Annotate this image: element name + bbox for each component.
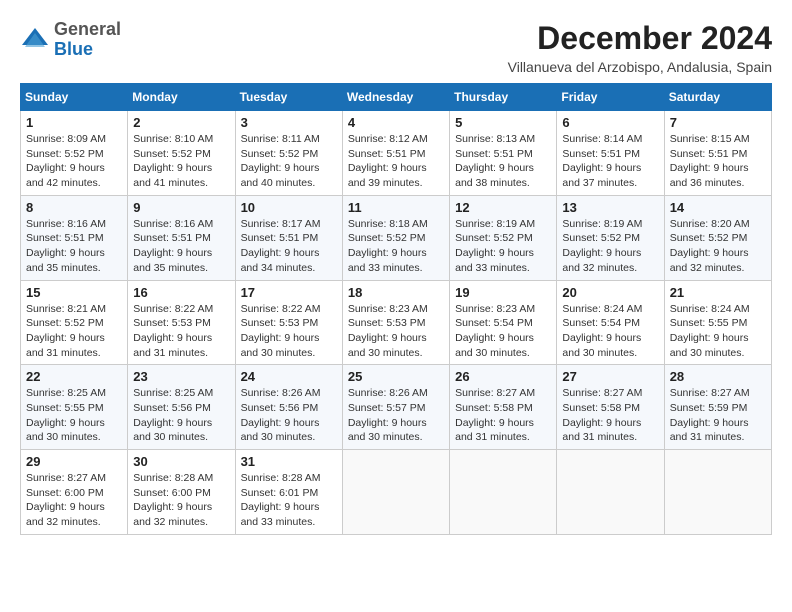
table-row: 24 Sunrise: 8:26 AM Sunset: 5:56 PM Dayl… [235, 365, 342, 450]
header-row: Sunday Monday Tuesday Wednesday Thursday… [21, 84, 772, 111]
table-row: 23 Sunrise: 8:25 AM Sunset: 5:56 PM Dayl… [128, 365, 235, 450]
table-row: 22 Sunrise: 8:25 AM Sunset: 5:55 PM Dayl… [21, 365, 128, 450]
title-block: December 2024 Villanueva del Arzobispo, … [508, 20, 772, 75]
col-tuesday: Tuesday [235, 84, 342, 111]
table-row: 6 Sunrise: 8:14 AM Sunset: 5:51 PM Dayli… [557, 111, 664, 196]
calendar-week: 15 Sunrise: 8:21 AM Sunset: 5:52 PM Dayl… [21, 280, 772, 365]
table-row: 3 Sunrise: 8:11 AM Sunset: 5:52 PM Dayli… [235, 111, 342, 196]
empty-cell [557, 450, 664, 535]
table-row: 14 Sunrise: 8:20 AM Sunset: 5:52 PM Dayl… [664, 195, 771, 280]
table-row: 17 Sunrise: 8:22 AM Sunset: 5:53 PM Dayl… [235, 280, 342, 365]
col-thursday: Thursday [450, 84, 557, 111]
table-row: 2 Sunrise: 8:10 AM Sunset: 5:52 PM Dayli… [128, 111, 235, 196]
calendar-week: 8 Sunrise: 8:16 AM Sunset: 5:51 PM Dayli… [21, 195, 772, 280]
calendar-week: 1 Sunrise: 8:09 AM Sunset: 5:52 PM Dayli… [21, 111, 772, 196]
table-row: 25 Sunrise: 8:26 AM Sunset: 5:57 PM Dayl… [342, 365, 449, 450]
table-row: 11 Sunrise: 8:18 AM Sunset: 5:52 PM Dayl… [342, 195, 449, 280]
table-row: 30 Sunrise: 8:28 AM Sunset: 6:00 PM Dayl… [128, 450, 235, 535]
logo-text: General Blue [54, 20, 121, 60]
table-row: 21 Sunrise: 8:24 AM Sunset: 5:55 PM Dayl… [664, 280, 771, 365]
col-friday: Friday [557, 84, 664, 111]
month-title: December 2024 [508, 20, 772, 57]
calendar-week: 22 Sunrise: 8:25 AM Sunset: 5:55 PM Dayl… [21, 365, 772, 450]
col-monday: Monday [128, 84, 235, 111]
col-saturday: Saturday [664, 84, 771, 111]
empty-cell [342, 450, 449, 535]
table-row: 12 Sunrise: 8:19 AM Sunset: 5:52 PM Dayl… [450, 195, 557, 280]
table-row: 1 Sunrise: 8:09 AM Sunset: 5:52 PM Dayli… [21, 111, 128, 196]
logo-blue: Blue [54, 40, 121, 60]
table-row: 16 Sunrise: 8:22 AM Sunset: 5:53 PM Dayl… [128, 280, 235, 365]
table-row: 4 Sunrise: 8:12 AM Sunset: 5:51 PM Dayli… [342, 111, 449, 196]
logo-icon [20, 25, 50, 55]
logo-general: General [54, 20, 121, 40]
table-row: 18 Sunrise: 8:23 AM Sunset: 5:53 PM Dayl… [342, 280, 449, 365]
table-row: 15 Sunrise: 8:21 AM Sunset: 5:52 PM Dayl… [21, 280, 128, 365]
calendar-table: Sunday Monday Tuesday Wednesday Thursday… [20, 83, 772, 535]
empty-cell [664, 450, 771, 535]
table-row: 31 Sunrise: 8:28 AM Sunset: 6:01 PM Dayl… [235, 450, 342, 535]
table-row: 20 Sunrise: 8:24 AM Sunset: 5:54 PM Dayl… [557, 280, 664, 365]
col-sunday: Sunday [21, 84, 128, 111]
table-row: 9 Sunrise: 8:16 AM Sunset: 5:51 PM Dayli… [128, 195, 235, 280]
table-row: 5 Sunrise: 8:13 AM Sunset: 5:51 PM Dayli… [450, 111, 557, 196]
table-row: 29 Sunrise: 8:27 AM Sunset: 6:00 PM Dayl… [21, 450, 128, 535]
table-row: 26 Sunrise: 8:27 AM Sunset: 5:58 PM Dayl… [450, 365, 557, 450]
empty-cell [450, 450, 557, 535]
table-row: 10 Sunrise: 8:17 AM Sunset: 5:51 PM Dayl… [235, 195, 342, 280]
calendar-week: 29 Sunrise: 8:27 AM Sunset: 6:00 PM Dayl… [21, 450, 772, 535]
col-wednesday: Wednesday [342, 84, 449, 111]
table-row: 27 Sunrise: 8:27 AM Sunset: 5:58 PM Dayl… [557, 365, 664, 450]
location: Villanueva del Arzobispo, Andalusia, Spa… [508, 59, 772, 75]
table-row: 8 Sunrise: 8:16 AM Sunset: 5:51 PM Dayli… [21, 195, 128, 280]
page-header: General Blue December 2024 Villanueva de… [20, 20, 772, 75]
table-row: 13 Sunrise: 8:19 AM Sunset: 5:52 PM Dayl… [557, 195, 664, 280]
table-row: 28 Sunrise: 8:27 AM Sunset: 5:59 PM Dayl… [664, 365, 771, 450]
table-row: 7 Sunrise: 8:15 AM Sunset: 5:51 PM Dayli… [664, 111, 771, 196]
table-row: 19 Sunrise: 8:23 AM Sunset: 5:54 PM Dayl… [450, 280, 557, 365]
logo: General Blue [20, 20, 121, 60]
